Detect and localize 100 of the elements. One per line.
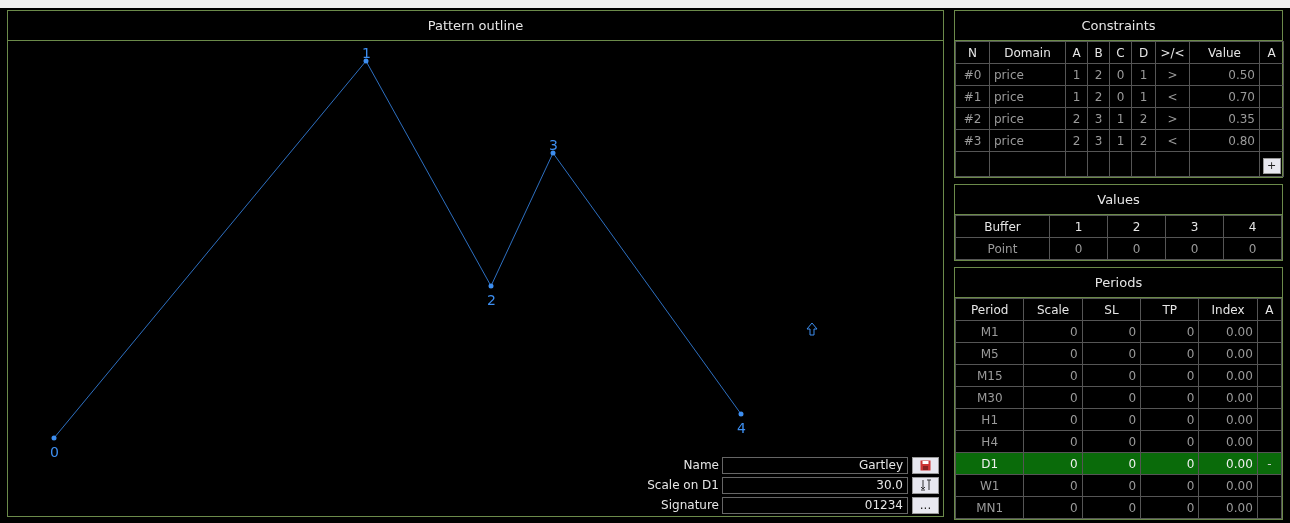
table-cell: 0 [1109,63,1132,86]
column-header: 2 [1107,215,1166,238]
table-cell: 2 [1065,107,1088,130]
table-cell: H4 [955,430,1024,453]
table-cell: M15 [955,364,1024,387]
table-cell: 0.00 [1198,408,1258,431]
period-row[interactable]: M30 0 0 0 0.00 [955,386,1282,409]
column-header: B [1087,41,1110,64]
table-cell: 0 [1109,85,1132,108]
table-cell: 0.70 [1189,85,1260,108]
table-cell: 0 [1023,408,1083,431]
table-cell: 0 [1023,474,1083,497]
table-cell: > [1155,63,1190,86]
period-row[interactable]: H4 0 0 0 0.00 [955,430,1282,453]
table-cell: 0 [1023,320,1083,343]
field-label: Name [682,457,719,474]
column-header: Buffer [955,215,1050,238]
period-row[interactable]: M1 0 0 0 0.00 [955,320,1282,343]
table-cell: 0.00 [1198,496,1258,519]
column-header: C [1109,41,1132,64]
table-cell: 0 [1023,430,1083,453]
column-header: Period [955,298,1024,321]
table-cell: 1 [1109,107,1132,130]
table-cell: 3 [1087,129,1110,152]
table-cell: 0 [1107,237,1166,260]
table-cell: MN1 [955,496,1024,519]
table-cell: 0 [1165,237,1224,260]
table-cell: price [989,63,1066,86]
column-header: >/< [1155,41,1190,64]
point-label: 2 [487,293,496,307]
period-row[interactable]: D1 0 0 0 0.00 - [955,452,1282,475]
table-cell: #1 [955,85,990,108]
input-field[interactable]: 01234 [722,496,908,514]
table-cell: M1 [955,320,1024,343]
column-header: D [1131,41,1156,64]
table-cell: < [1155,85,1190,108]
column-header: Value [1189,41,1260,64]
column-header: Domain [989,41,1066,64]
table-cell: 1 [1131,85,1156,108]
save-button[interactable] [912,456,939,474]
input-field[interactable]: Gartley [722,456,908,474]
input-field[interactable]: 30.0 [722,476,908,494]
table-cell: 0 [1140,364,1199,387]
point-label: 3 [549,138,558,152]
table-cell: 2 [1131,129,1156,152]
period-row[interactable]: W1 0 0 0 0.00 [955,474,1282,497]
panel-title: Values [1097,190,1140,209]
table-cell: 0.00 [1198,320,1258,343]
column-header: 3 [1165,215,1224,238]
table-cell: price [989,85,1066,108]
table-cell: 2 [1131,107,1156,130]
table-cell: 0 [1082,342,1141,365]
table-cell: #3 [955,129,990,152]
table-cell: 0 [1082,430,1141,453]
point-label: 1 [362,46,371,60]
table-cell: 0.80 [1189,129,1260,152]
table-cell: 1 [1065,63,1088,86]
point-label: 4 [737,421,746,435]
table-cell: 0 [1140,430,1199,453]
column-header: A [1257,298,1282,321]
table-cell: 0.50 [1189,63,1260,86]
table-cell: - [1257,452,1282,475]
table-cell: 0.00 [1198,474,1258,497]
table-cell: 0 [1023,342,1083,365]
table-cell: < [1155,129,1190,152]
table-cell: Point [955,237,1050,260]
table-cell: 0 [1049,237,1108,260]
table-cell: W1 [955,474,1024,497]
more-button[interactable]: ... [912,496,939,514]
table-cell: 0.00 [1198,342,1258,365]
table-cell: 1 [1131,63,1156,86]
table-cell: #0 [955,63,990,86]
table-cell: 0 [1082,364,1141,387]
table-cell: 0 [1140,386,1199,409]
panel-title: Constraints [1081,16,1156,35]
table-cell: 2 [1065,129,1088,152]
table-cell: 0 [1082,496,1141,519]
field-label: Scale on D1 [646,477,719,494]
period-row[interactable]: H1 0 0 0 0.00 [955,408,1282,431]
table-cell: 0.00 [1198,430,1258,453]
period-row[interactable]: MN1 0 0 0 0.00 [955,496,1282,519]
table-cell: 2 [1087,63,1110,86]
table-cell: 0 [1082,474,1141,497]
table-cell: M5 [955,342,1024,365]
add-button[interactable]: + [1262,157,1281,174]
table-cell: 0 [1023,452,1083,475]
table-cell: D1 [955,452,1024,475]
period-row[interactable]: M15 0 0 0 0.00 [955,364,1282,387]
table-cell: 0 [1023,386,1083,409]
column-header: Scale [1023,298,1083,321]
table-cell: 0 [1140,342,1199,365]
period-row[interactable]: M5 0 0 0 0.00 [955,342,1282,365]
table-cell: H1 [955,408,1024,431]
table-cell: 0.35 [1189,107,1260,130]
sort-button[interactable] [912,476,939,494]
table-cell: 0 [1082,452,1141,475]
table-cell: 0 [1023,364,1083,387]
table-cell: 0 [1082,320,1141,343]
table-cell: 0 [1140,496,1199,519]
table-cell: 3 [1087,107,1110,130]
